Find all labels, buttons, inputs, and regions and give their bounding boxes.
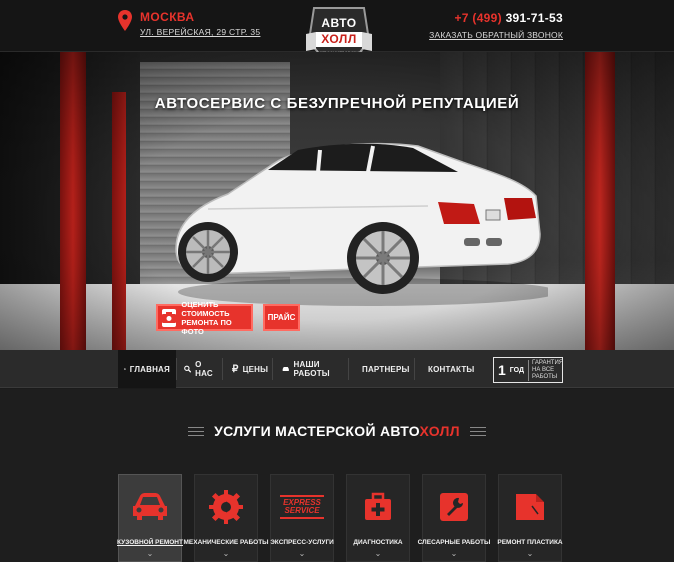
services-title-brand-red: ХОЛЛ — [419, 423, 460, 439]
address-link[interactable]: УЛ. ВЕРЕЙСКАЯ, 29 СТР. 35 — [140, 27, 260, 37]
contact-block: +7 (499) 391-71-53 ЗАКАЗАТЬ ОБРАТНЫЙ ЗВО… — [429, 11, 563, 43]
estimate-by-photo-button[interactable]: ОЦЕНИТЬ СТОИМОСТЬ РЕМОНТА ПО ФОТО — [156, 300, 253, 336]
main-nav: ГЛАВНАЯ О НАС ₽ ЦЕНЫ НАШИ РАБОТЫ ПАРТНЕР… — [0, 350, 674, 388]
magnifier-icon — [184, 365, 192, 373]
express-line — [280, 517, 324, 519]
service-text: SERVICE — [284, 506, 320, 515]
car-icon — [282, 366, 289, 372]
chevron-down-icon: ⌄ — [298, 549, 306, 558]
phone-number[interactable]: +7 (499) 391-71-53 — [429, 11, 563, 25]
estimate-line2: РЕМОНТА ПО ФОТО — [181, 317, 232, 336]
heading-deco-right — [469, 426, 486, 436]
services-title-brand: АВТО — [380, 423, 420, 439]
service-card-express[interactable]: EXPRESS SERVICE ЭКСПРЕСС-УСЛУГИ ⌄ — [270, 474, 334, 562]
gear-icon — [206, 487, 246, 527]
wrench-icon — [434, 487, 474, 527]
nav-divider — [348, 358, 349, 380]
guarantee-line1: ГАРАНТИЯ — [532, 359, 564, 366]
callback-link[interactable]: ЗАКАЗАТЬ ОБРАТНЫЙ ЗВОНОК — [429, 30, 563, 40]
price-button[interactable]: ПРАЙС — [263, 304, 300, 331]
services-heading: УСЛУГИ МАСТЕРСКОЙ АВТОХОЛЛ — [0, 423, 674, 439]
service-label: МЕХАНИЧЕСКИЕ РАБОТЫ — [183, 539, 269, 546]
logo-main-text: ХОЛЛ — [316, 32, 362, 47]
service-label: РЕМОНТ ПЛАСТИКА — [497, 539, 563, 546]
chevron-down-icon: ⌄ — [222, 549, 230, 558]
nav-divider — [414, 358, 415, 380]
guarantee-unit: ГОД — [509, 366, 525, 374]
site-header: МОСКВА УЛ. ВЕРЕЙСКАЯ, 29 СТР. 35 АВТО ХО… — [0, 0, 674, 68]
nav-divider — [222, 358, 223, 380]
nav-item-contacts[interactable]: КОНТАКТЫ — [418, 350, 474, 388]
service-card-diagnostics[interactable]: ДИАГНОСТИКА ⌄ — [346, 474, 410, 562]
services-section: УСЛУГИ МАСТЕРСКОЙ АВТОХОЛЛ КУЗОВНОЙ РЕМО… — [0, 389, 674, 562]
nav-label: ГЛАВНАЯ — [129, 364, 170, 374]
nav-item-partners[interactable]: ПАРТНЕРЫ — [352, 350, 412, 388]
hero-title: АВТОСЕРВИС С БЕЗУПРЕЧНОЙ РЕПУТАЦИЕЙ — [154, 95, 520, 112]
chevron-down-icon: ⌄ — [146, 549, 154, 558]
service-label: ЭКСПРЕСС-УСЛУГИ — [270, 539, 334, 546]
nav-label: НАШИ РАБОТЫ — [293, 360, 330, 378]
chevron-down-icon: ⌄ — [374, 549, 382, 558]
guarantee-badge: 1 ГОД ГАРАНТИЯ НА ВСЕ РАБОТЫ — [493, 357, 563, 383]
car-front-icon — [130, 487, 170, 527]
chevron-down-icon: ⌄ — [450, 549, 458, 558]
nav-divider — [176, 358, 177, 380]
nav-item-home[interactable]: ГЛАВНАЯ — [118, 350, 176, 388]
nav-item-prices[interactable]: ₽ ЦЕНЫ — [226, 350, 268, 388]
medkit-icon — [358, 487, 398, 527]
services-title-prefix: УСЛУГИ МАСТЕРСКОЙ — [214, 423, 381, 439]
location-pin-icon — [118, 10, 132, 32]
guarantee-line2: НА ВСЕ РАБОТЫ — [532, 366, 558, 380]
service-label: СЛЕСАРНЫЕ РАБОТЫ — [417, 539, 491, 546]
phone-code: +7 (499) — [454, 11, 502, 25]
plastic-panel-icon — [510, 487, 550, 527]
estimate-line1: ОЦЕНИТЬ СТОИМОСТЬ — [181, 299, 230, 318]
nav-item-works[interactable]: НАШИ РАБОТЫ — [276, 350, 344, 388]
location-block: МОСКВА УЛ. ВЕРЕЙСКАЯ, 29 СТР. 35 — [118, 10, 260, 37]
services-title: УСЛУГИ МАСТЕРСКОЙ АВТОХОЛЛ — [214, 423, 460, 439]
service-card-locksmith[interactable]: СЛЕСАРНЫЕ РАБОТЫ ⌄ — [418, 474, 490, 562]
service-card-plastic[interactable]: РЕМОНТ ПЛАСТИКА ⌄ — [497, 474, 563, 562]
nav-label: ЦЕНЫ — [242, 364, 269, 374]
camera-icon — [162, 308, 177, 327]
phone-digits: 391-71-53 — [505, 11, 563, 25]
home-icon — [124, 368, 126, 370]
nav-label: КОНТАКТЫ — [428, 364, 475, 374]
logo-top-text: АВТО — [321, 16, 357, 30]
nav-divider — [272, 358, 273, 380]
chevron-down-icon: ⌄ — [526, 549, 534, 558]
express-service-icon: EXPRESS SERVICE — [277, 487, 327, 527]
guarantee-number: 1 — [498, 362, 506, 378]
city-name: МОСКВА — [140, 10, 195, 24]
service-card-body-repair[interactable]: КУЗОВНОЙ РЕМОНТ ⌄ — [117, 474, 183, 562]
express-line — [280, 495, 324, 497]
nav-label: О НАС — [195, 360, 213, 378]
heading-deco-left — [188, 426, 205, 436]
service-label: КУЗОВНОЙ РЕМОНТ — [117, 539, 183, 546]
hero-banner: АВТОСЕРВИС С БЕЗУПРЕЧНОЙ РЕПУТАЦИЕЙ ОЦЕН… — [0, 52, 674, 350]
service-card-mechanical[interactable]: МЕХАНИЧЕСКИЕ РАБОТЫ ⌄ — [183, 474, 269, 562]
service-label: ДИАГНОСТИКА — [353, 539, 403, 546]
ruble-icon: ₽ — [232, 363, 239, 375]
nav-label: ПАРТНЕРЫ — [362, 364, 410, 374]
nav-item-about[interactable]: О НАС — [178, 350, 220, 388]
